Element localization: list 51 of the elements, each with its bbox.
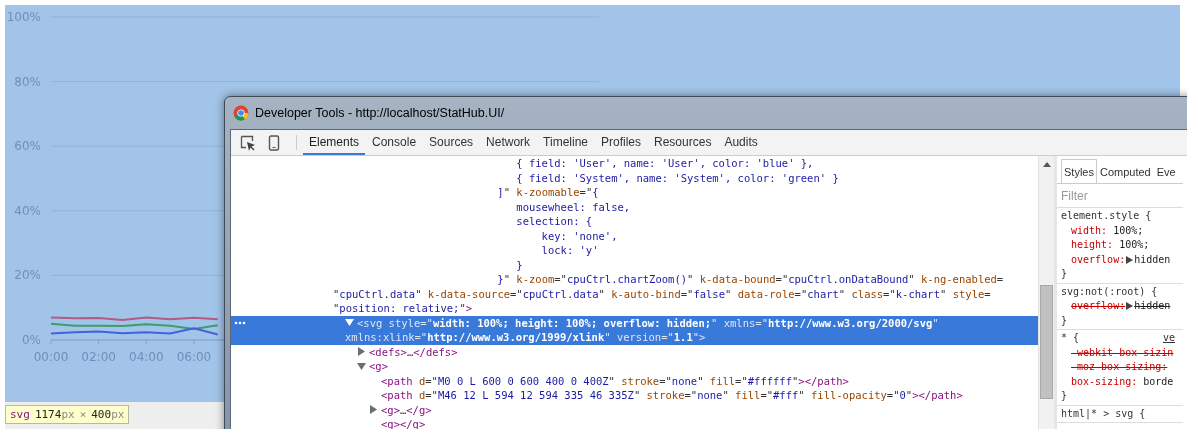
element-markup[interactable]: <g> bbox=[357, 359, 1038, 374]
more-icon[interactable] bbox=[234, 320, 246, 325]
browser-logo-icon bbox=[233, 105, 249, 121]
property-name: overflow: bbox=[1071, 252, 1126, 267]
source-link[interactable]: ve bbox=[1162, 331, 1175, 346]
panel-tab[interactable]: Profiles bbox=[595, 130, 648, 155]
css-selector: html|* > svg { bbox=[1061, 406, 1146, 421]
size-tooltip: svg 1174px × 400px bbox=[5, 405, 130, 424]
closing-brace: } bbox=[1061, 389, 1069, 403]
panel-tab[interactable]: Audits bbox=[718, 130, 764, 155]
property-value: 100%; bbox=[1113, 223, 1144, 238]
panel-tab[interactable]: Sources bbox=[423, 130, 480, 155]
sidebar-tab[interactable]: Eve bbox=[1153, 159, 1179, 183]
css-selector: svg:not(:root) { bbox=[1061, 284, 1158, 299]
sidebar-tab[interactable]: Styles bbox=[1061, 159, 1097, 183]
element-markup[interactable]: <defs>…</defs> bbox=[357, 344, 1038, 359]
expand-triangle-icon[interactable] bbox=[369, 405, 378, 415]
scrollbar-thumb[interactable] bbox=[1040, 285, 1053, 399]
collapse-triangle-icon[interactable] bbox=[357, 361, 366, 371]
panel-tab[interactable]: Resources bbox=[648, 130, 718, 155]
window-title: Developer Tools - http://localhost/StatHub.UI/ bbox=[255, 106, 505, 120]
property-value: borde bbox=[1143, 374, 1174, 389]
expand-triangle-icon[interactable] bbox=[1126, 255, 1134, 264]
css-selector: element.style { bbox=[1061, 209, 1152, 223]
property-name: height: bbox=[1071, 238, 1114, 252]
panel-tab[interactable]: Timeline bbox=[537, 130, 594, 155]
closing-brace: } bbox=[1061, 313, 1069, 328]
element-markup[interactable]: <path d="M0 0 L 600 0 600 400 0 400Z" stroke="none" fill="#ffffff"></path> bbox=[369, 373, 1038, 388]
sidebar-tab[interactable]: Computed bbox=[1096, 159, 1154, 183]
property-name: -moz-box-sizing: bbox=[1071, 360, 1168, 374]
collapse-triangle-icon[interactable] bbox=[345, 318, 354, 328]
property-name: -webkit-box-sizin bbox=[1071, 345, 1174, 360]
property-name: box-sizing: bbox=[1071, 374, 1138, 389]
property-name: width: bbox=[1071, 223, 1108, 238]
element-markup[interactable]: <path d="M46 12 L 594 12 594 335 46 335Z" stroke="none" fill="#fff" fill-opacity="0"></path> bbox=[369, 388, 1038, 403]
expand-triangle-icon[interactable] bbox=[1126, 302, 1134, 311]
element-markup[interactable]: <g>…</g> bbox=[369, 402, 1038, 417]
panel-tab[interactable]: Console bbox=[366, 130, 423, 155]
device-icon[interactable] bbox=[268, 134, 280, 151]
property-value: hidden bbox=[1134, 299, 1171, 313]
property-value: hidden bbox=[1134, 252, 1171, 267]
element-markup[interactable]: { field: 'User', name: 'User', color: 'blue' }, { field: 'System', name: 'System', color: 'green' } ]" k-zoomable="{ mousewheel: false, selection: { key: 'none', lock: 'y' } }" k-zoom="cpuCtrl.chartZoom()" k-data-bound="cpuCtrl.onDataBound" k-ng-enabled= "cpuCtrl.data" k-data-source="cpuCtrl.data" k-auto-bind="false" data-role="chart" class="k-chart" style= "position: relative;"> bbox=[333, 156, 1038, 316]
css-selector: * { bbox=[1061, 331, 1080, 345]
scroll-up-icon[interactable] bbox=[1042, 162, 1051, 167]
property-value: 100%; bbox=[1119, 238, 1150, 252]
panel-tab[interactable]: Elements bbox=[303, 130, 366, 155]
property-name: overflow: bbox=[1071, 299, 1126, 313]
expand-triangle-icon[interactable] bbox=[357, 347, 366, 357]
closing-brace: } bbox=[1061, 267, 1069, 281]
inspect-icon[interactable] bbox=[240, 134, 256, 151]
panel-tab[interactable]: Network bbox=[480, 130, 537, 155]
